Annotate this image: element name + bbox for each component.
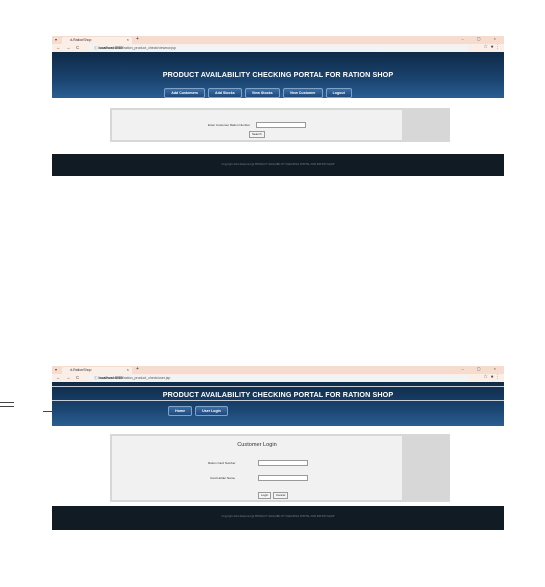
browser-tab-bar: ▾ d-RationShop × + – ▢ ×	[52, 36, 504, 44]
url-text: ⓘ localhost:8080/ration_product_check/us…	[94, 376, 170, 381]
portal-footer: Copyright Joint Reserved @ PRODUCT AVAIL…	[52, 506, 504, 530]
toolbar-icons: ☆ ● ⋮	[483, 374, 500, 380]
search-form: Enter Customer Ration Number Search	[112, 110, 402, 140]
portal-title: PRODUCT AVAILABILITY CHECKING PORTAL FOR…	[162, 390, 394, 399]
portal-title: PRODUCT AVAILABILITY CHECKING PORTAL FOR…	[162, 70, 394, 79]
site-info-icon[interactable]: ⓘ	[94, 46, 98, 50]
menu-user-login[interactable]: User Login	[195, 406, 228, 416]
login-panel: Customer Login Ration Card Number Card H…	[110, 434, 450, 502]
window-controls[interactable]: – ▢ ×	[461, 366, 502, 371]
login-form: Customer Login Ration Card Number Card H…	[112, 436, 402, 500]
browser-menu-icon[interactable]: ⋮	[495, 44, 500, 50]
tab-search-icon[interactable]: ▾	[55, 367, 57, 372]
profile-icon[interactable]: ●	[491, 374, 494, 380]
url-host: localhost:8080	[98, 46, 123, 50]
search-panel: Enter Customer Ration Number Search	[110, 108, 450, 142]
content-area: Customer Login Ration Card Number Card H…	[52, 426, 504, 506]
browser-menu-icon[interactable]: ⋮	[495, 374, 500, 380]
url-field[interactable]: ⓘ localhost:8080/ration_product_check/vi…	[88, 45, 468, 51]
tab-title: d-RationShop	[70, 368, 92, 372]
login-button[interactable]: Login	[258, 492, 272, 499]
url-path: /ration_product_check/user.jsp	[122, 376, 171, 380]
menu-logout[interactable]: Logout	[325, 88, 352, 98]
title-rule-bottom	[52, 400, 504, 401]
ration-number-label: Enter Customer Ration Number	[208, 123, 251, 127]
portal-header: PRODUCT AVAILABILITY CHECKING PORTAL FOR…	[52, 52, 504, 98]
login-heading: Customer Login	[237, 442, 277, 448]
star-icon[interactable]: ☆	[483, 374, 487, 380]
url-path: /ration_product_check/viewrcw.jsp	[122, 46, 176, 50]
card-holder-label: Card Holder Name	[210, 476, 236, 480]
tab-close-icon[interactable]: ×	[127, 367, 129, 372]
card-holder-input[interactable]	[258, 475, 308, 481]
user-menu: Home User Login	[52, 406, 504, 416]
screenshot-admin: ▾ d-RationShop × + – ▢ × ← → C ⓘ localho…	[52, 36, 504, 186]
new-tab-button[interactable]: +	[136, 366, 139, 372]
forward-icon[interactable]: →	[66, 375, 71, 380]
admin-menu: Add Customers Add Stocks View Stocks Vie…	[52, 88, 504, 98]
url-field[interactable]: ⓘ localhost:8080/ration_product_check/us…	[88, 375, 468, 381]
tab-close-icon[interactable]: ×	[127, 37, 129, 42]
portal-footer: Copyright Joint Reserved @ PRODUCT AVAIL…	[52, 154, 504, 176]
menu-view-stocks[interactable]: View Stocks	[244, 88, 280, 98]
ration-number-input[interactable]	[256, 122, 306, 128]
menu-view-customer[interactable]: View Customer	[282, 88, 323, 98]
url-host: localhost:8080	[98, 376, 123, 380]
annotation-mark	[0, 402, 14, 403]
site-info-icon[interactable]: ⓘ	[94, 376, 98, 380]
star-icon[interactable]: ☆	[483, 44, 487, 50]
portal-header: PRODUCT AVAILABILITY CHECKING PORTAL FOR…	[52, 382, 504, 426]
menu-add-stocks[interactable]: Add Stocks	[207, 88, 242, 98]
cancel-button[interactable]: Cancel	[273, 492, 289, 499]
annotation-mark	[0, 406, 14, 407]
search-button[interactable]: Search	[249, 131, 265, 138]
menu-add-customers[interactable]: Add Customers	[164, 88, 205, 98]
url-text: ⓘ localhost:8080/ration_product_check/vi…	[94, 46, 176, 51]
back-icon[interactable]: ←	[56, 375, 61, 380]
ration-card-label: Ration Card Number	[208, 461, 236, 465]
reload-icon[interactable]: C	[76, 45, 79, 50]
tab-search-icon[interactable]: ▾	[55, 37, 57, 42]
forward-icon[interactable]: →	[66, 45, 71, 50]
profile-icon[interactable]: ●	[491, 44, 494, 50]
tab-title: d-RationShop	[70, 38, 92, 42]
menu-home[interactable]: Home	[168, 406, 193, 416]
browser-tab[interactable]: d-RationShop ×	[62, 367, 132, 374]
browser-tab-bar: ▾ d-RationShop × + – ▢ ×	[52, 366, 504, 374]
title-rule-top	[52, 386, 504, 387]
footer-copyright: Copyright Joint Reserved @ PRODUCT AVAIL…	[221, 163, 335, 166]
back-icon[interactable]: ←	[56, 45, 61, 50]
window-controls[interactable]: – ▢ ×	[461, 36, 502, 41]
browser-tab[interactable]: d-RationShop ×	[62, 37, 132, 44]
footer-copyright: Copyright Joint Reserved @ PRODUCT AVAIL…	[221, 515, 335, 518]
address-bar: ← → C ⓘ localhost:8080/ration_product_ch…	[52, 44, 504, 52]
reload-icon[interactable]: C	[76, 375, 79, 380]
new-tab-button[interactable]: +	[136, 36, 139, 42]
address-bar: ← → C ⓘ localhost:8080/ration_product_ch…	[52, 374, 504, 382]
ration-card-input[interactable]	[258, 460, 308, 466]
content-area: Enter Customer Ration Number Search	[52, 98, 504, 154]
screenshot-customer-login: ▾ d-RationShop × + – ▢ × ← → C ⓘ localho…	[52, 366, 504, 552]
toolbar-icons: ☆ ● ⋮	[483, 44, 500, 50]
